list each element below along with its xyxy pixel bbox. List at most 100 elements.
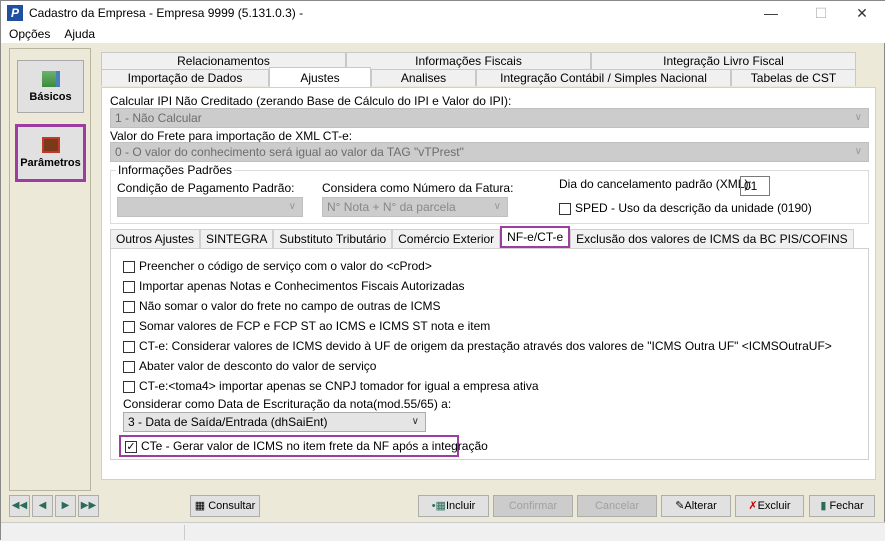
menu-bar: Opções Ajuda [1,25,885,43]
cte-gerar-icms-checkbox[interactable]: ✓ CTe - Gerar valor de ICMS no item frete… [119,435,488,457]
close-button[interactable]: ✕ [839,1,885,25]
option-checkbox[interactable]: Abater valor de desconto do valor de ser… [123,359,376,373]
option-checkbox[interactable]: Somar valores de FCP e FCP ST ao ICMS e … [123,319,490,333]
excluir-button[interactable]: ✗Excluir [735,495,804,517]
subtab-exclusao-icms[interactable]: Exclusão dos valores de ICMS da BC PIS/C… [570,229,854,248]
alterar-label: Alterar [684,500,717,512]
checkbox-icon [123,360,135,373]
num-fatura-value: N° Nota + N° da parcela [327,200,456,214]
chevron-down-icon: ∨ [411,416,419,427]
tab-analises[interactable]: Analises [371,69,476,86]
subtab-nfe-cte[interactable]: NF-e/CT-e [500,226,571,248]
sidebar: Básicos Parâmetros [9,48,91,491]
chevron-down-icon: ∨ [288,201,296,212]
chevron-down-icon: ∨ [493,201,501,212]
basics-icon [41,71,60,87]
chevron-down-icon: ∨ [854,112,862,123]
data-escrit-select[interactable]: 3 - Data de Saída/Entrada (dhSaiEnt) ∨ [123,412,426,432]
tab-integracao-livro-fiscal[interactable]: Integração Livro Fiscal [591,52,856,69]
cte-label: CTe - Gerar valor de ICMS no item frete … [141,439,488,453]
cancelar-button[interactable]: Cancelar [577,495,657,517]
prev-record-button[interactable]: ◀ [32,495,53,517]
option-label: CT-e:<toma4> importar apenas se CNPJ tom… [139,379,539,393]
checkbox-icon [123,380,135,393]
sidebar-basicos-button[interactable]: Básicos [17,60,84,113]
checkbox-checked-icon: ✓ [125,440,137,453]
num-fatura-label: Considera como Número da Fatura: [322,181,514,195]
sidebar-parametros-button[interactable]: Parâmetros [15,124,86,182]
last-record-button[interactable]: ▶▶ [78,495,99,517]
maximize-button[interactable]: ☐ [798,1,844,25]
menu-opcoes[interactable]: Opções [9,27,50,41]
option-checkbox[interactable]: Importar apenas Notas e Conhecimentos Fi… [123,279,465,293]
subtab-substituto-tributario[interactable]: Substituto Tributário [273,229,393,248]
dia-cancel-label: Dia do cancelamento padrão (XML): [559,177,752,191]
excluir-label: Excluir [757,500,791,512]
tab-row-1: Relacionamentos Informações Fiscais Inte… [101,52,856,69]
option-label: Abater valor de desconto do valor de ser… [139,359,377,373]
alterar-button[interactable]: ✎Alterar [661,495,731,517]
checkbox-icon [559,202,571,215]
calculator-icon: ▦ [194,500,209,512]
ipi-select[interactable]: 1 - Não Calcular ∨ [110,108,869,128]
consultar-button[interactable]: ▦ Consultar [190,495,260,517]
tab-row-2: Importação de Dados Ajustes Analises Int… [101,67,856,87]
option-checkbox[interactable]: CT-e: Considerar valores de ICMS devido … [123,339,832,353]
data-escrit-label: Considerar como Data de Escrituração da … [123,397,452,411]
chevron-down-icon: ∨ [854,146,862,157]
tab-informacoes-fiscais[interactable]: Informações Fiscais [346,52,591,69]
informacoes-padroes-group: Informações Padrões Condição de Pagament… [110,163,869,224]
num-fatura-select[interactable]: N° Nota + N° da parcela ∨ [322,197,508,217]
data-escrit-value: 3 - Data de Saída/Entrada (dhSaiEnt) [128,415,328,429]
incluir-button[interactable]: •▦Incluir [418,495,489,517]
option-label: Importar apenas Notas e Conhecimentos Fi… [139,279,465,293]
option-label: Não somar o valor do frete no campo de o… [139,299,441,313]
cond-pag-select[interactable]: ∨ [117,197,303,217]
frete-label: Valor do Frete para importação de XML CT… [110,129,353,143]
tab-importacao-dados[interactable]: Importação de Dados [101,69,269,86]
delete-icon: ✗ [748,500,758,512]
cancelar-label: Cancelar [594,500,640,512]
consultar-label: Consultar [208,500,256,512]
status-bar [1,522,885,541]
group-title: Informações Padrões [116,163,235,177]
frete-select[interactable]: 0 - O valor do conhecimento será igual a… [110,142,869,162]
subtab-row: Outros Ajustes SINTEGRA Substituto Tribu… [110,226,854,248]
next-record-button[interactable]: ▶ [55,495,76,517]
first-record-button[interactable]: ◀◀ [9,495,30,517]
checkbox-icon [123,320,135,333]
sidebar-label: Parâmetros [20,157,81,169]
tab-integracao-contabil[interactable]: Integração Contábil / Simples Nacional [476,69,731,86]
sped-checkbox[interactable]: SPED - Uso da descrição da unidade (0190… [559,201,812,215]
sped-label: SPED - Uso da descrição da unidade (0190… [575,201,812,215]
option-checkbox[interactable]: Preencher o código de serviço com o valo… [123,259,432,273]
incluir-label: Incluir [445,500,476,512]
minimize-button[interactable]: — [748,1,794,25]
fechar-label: Fechar [829,500,864,512]
ipi-value: 1 - Não Calcular [115,111,202,125]
confirmar-label: Confirmar [508,500,558,512]
nfe-cte-panel: Preencher o código de serviço com o valo… [110,248,869,460]
subtab-sintegra[interactable]: SINTEGRA [200,229,274,248]
exit-door-icon: ▮ [820,500,827,512]
tab-tabelas-cst[interactable]: Tabelas de CST [731,69,856,86]
sidebar-label: Básicos [29,91,72,103]
ajustes-panel: Calcular IPI Não Creditado (zerando Base… [101,87,876,480]
confirmar-button[interactable]: Confirmar [493,495,573,517]
checkbox-icon [123,340,135,353]
option-label: Somar valores de FCP e FCP ST ao ICMS e … [139,319,491,333]
dia-cancel-input[interactable]: 01 [740,176,770,196]
option-checkbox[interactable]: CT-e:<toma4> importar apenas se CNPJ tom… [123,379,539,393]
subtab-outros-ajustes[interactable]: Outros Ajustes [110,229,201,248]
frete-value: 0 - O valor do conhecimento será igual a… [115,145,464,159]
option-label: CT-e: Considerar valores de ICMS devido … [139,339,832,353]
option-checkbox[interactable]: Não somar o valor do frete no campo de o… [123,299,440,313]
menu-ajuda[interactable]: Ajuda [64,27,95,41]
tab-ajustes[interactable]: Ajustes [269,67,371,87]
book-icon [41,137,60,153]
subtab-comercio-exterior[interactable]: Comércio Exterior [392,229,501,248]
fechar-button[interactable]: ▮ Fechar [809,495,875,517]
title-bar: P Cadastro da Empresa - Empresa 9999 (5.… [1,1,885,25]
ipi-label: Calcular IPI Não Creditado (zerando Base… [110,94,512,108]
window-title: Cadastro da Empresa - Empresa 9999 (5.13… [29,6,304,20]
